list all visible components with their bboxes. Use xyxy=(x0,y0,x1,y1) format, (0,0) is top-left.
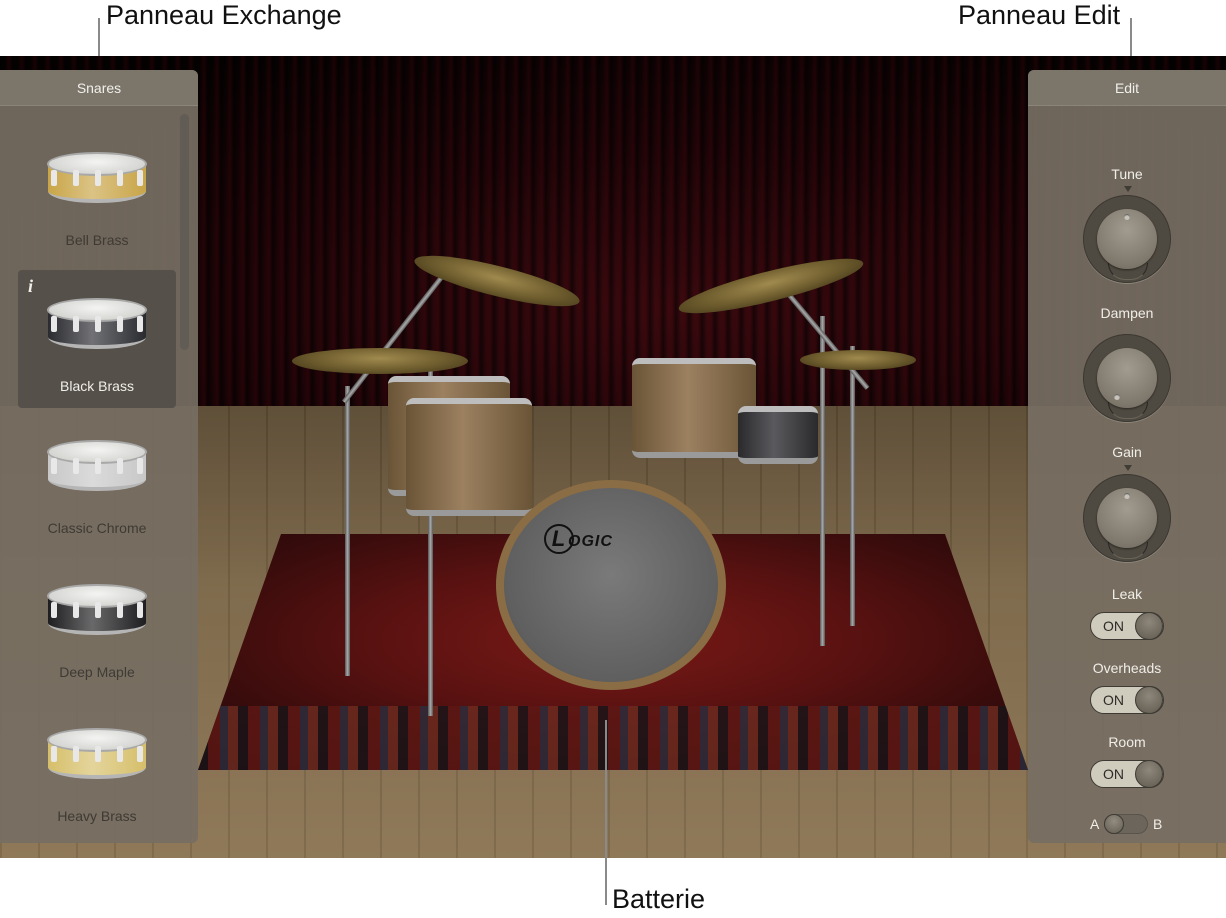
toggle-thumb xyxy=(1135,612,1163,640)
toggle-thumb xyxy=(1135,686,1163,714)
snare-drum-icon xyxy=(47,728,147,790)
edit-panel-title: Edit xyxy=(1028,70,1226,106)
edit-panel: Edit Tune Dampen Gain Leak ON Overheads xyxy=(1028,70,1226,843)
overheads-toggle-state: ON xyxy=(1103,692,1124,708)
overheads-label: Overheads xyxy=(1092,660,1162,676)
floor-tom-front[interactable] xyxy=(406,398,532,516)
room-label: Room xyxy=(1108,734,1146,750)
leak-toggle[interactable]: ON xyxy=(1090,612,1164,640)
room-b-label: B xyxy=(1153,816,1163,832)
crash-cymbal-right[interactable] xyxy=(675,248,867,324)
dampen-label: Dampen xyxy=(1100,305,1154,321)
snare-drum-icon xyxy=(47,152,147,214)
leak-label: Leak xyxy=(1111,586,1143,602)
tune-label: Tune xyxy=(1111,166,1143,182)
kit-callout: Batterie xyxy=(612,884,706,914)
logic-logo: L OGIC xyxy=(544,524,613,554)
snare-drum-icon xyxy=(47,440,147,502)
snare-name: Black Brass xyxy=(60,378,134,394)
snare-name: Deep Maple xyxy=(59,664,135,680)
center-marker-icon xyxy=(1124,465,1132,471)
snare-list-item[interactable]: Deep Maple xyxy=(18,556,176,694)
knob-indicator xyxy=(1114,394,1120,400)
snare-list-item[interactable]: Bell Brass xyxy=(18,124,176,262)
snare-drum[interactable] xyxy=(738,406,818,464)
snare-list: Bell Brass i Black Brass Classic Chrome Deep… xyxy=(0,106,198,843)
leak-toggle-state: ON xyxy=(1103,618,1124,634)
dampen-knob[interactable] xyxy=(1083,334,1171,422)
knob-indicator xyxy=(1124,214,1130,220)
snare-drum-icon xyxy=(47,584,147,646)
center-marker-icon xyxy=(1124,186,1132,192)
gain-knob[interactable] xyxy=(1083,465,1171,562)
kick-drum[interactable]: L OGIC xyxy=(496,480,726,690)
drum-kit-designer-window: L OGIC Snares Bell Brass i Black Brass Class… xyxy=(0,56,1226,858)
room-a-label: A xyxy=(1090,816,1100,832)
snare-name: Heavy Brass xyxy=(57,808,137,824)
snare-list-item[interactable]: Heavy Brass xyxy=(18,700,176,838)
info-icon[interactable]: i xyxy=(28,276,33,297)
room-toggle-state: ON xyxy=(1103,766,1124,782)
cymbal-stand xyxy=(850,346,855,626)
hihat-cymbal[interactable] xyxy=(800,350,916,370)
snare-name: Bell Brass xyxy=(65,232,129,248)
snare-list-item[interactable]: Classic Chrome xyxy=(18,412,176,550)
edit-panel-callout: Panneau Edit xyxy=(958,0,1121,30)
exchange-panel-title: Snares xyxy=(0,70,198,106)
overheads-toggle[interactable]: ON xyxy=(1090,686,1164,714)
ab-switch-thumb xyxy=(1104,814,1124,834)
snare-drum-icon xyxy=(47,298,147,360)
room-ab-switch[interactable] xyxy=(1104,814,1148,834)
gain-label: Gain xyxy=(1112,444,1142,460)
cymbal-stand xyxy=(345,386,350,676)
ride-cymbal[interactable] xyxy=(292,348,468,374)
exchange-panel: Snares Bell Brass i Black Brass Classic Chr… xyxy=(0,70,198,843)
exchange-panel-callout: Panneau Exchange xyxy=(106,0,342,30)
kit-callout-line xyxy=(605,720,607,905)
room-toggle[interactable]: ON xyxy=(1090,760,1164,788)
knob-indicator xyxy=(1124,493,1130,499)
tune-knob[interactable] xyxy=(1083,186,1171,283)
snare-list-item[interactable]: i Black Brass xyxy=(18,270,176,408)
snare-name: Classic Chrome xyxy=(47,520,147,536)
toggle-thumb xyxy=(1135,760,1163,788)
exchange-scrollbar[interactable] xyxy=(180,114,189,350)
